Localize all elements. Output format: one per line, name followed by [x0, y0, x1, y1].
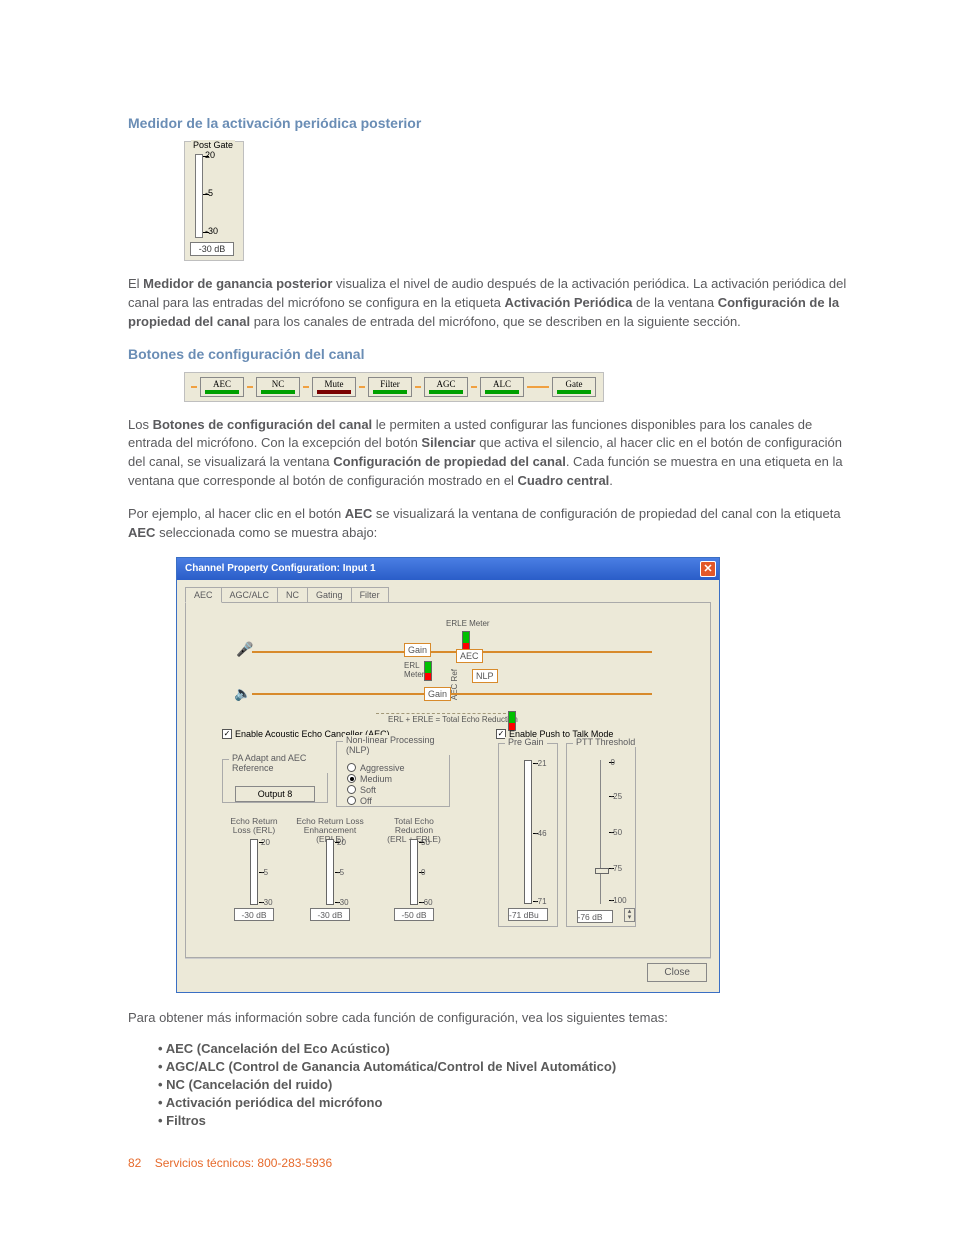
pregain-group-title: Pre Gain	[505, 737, 547, 747]
aec-button[interactable]: AEC	[200, 377, 244, 397]
page-footer: 82 Servicios técnicos: 800-283-5936	[128, 1156, 854, 1170]
gate-button[interactable]: Gate	[552, 377, 596, 397]
list-item: Filtros	[158, 1113, 854, 1128]
channel-property-dialog: Channel Property Configuration: Input 1 …	[176, 557, 720, 993]
topics-list: AEC (Cancelación del Eco Acústico) AGC/A…	[158, 1041, 854, 1128]
erl-meter: Echo Return Loss (ERL) 20 -5 -30 -30 dB	[218, 817, 290, 921]
signal-diagram: 🎤 ERLE Meter Gain AEC ERL Meter AEC Ref …	[216, 613, 680, 723]
dialog-close-button[interactable]: Close	[647, 963, 707, 982]
tab-aec[interactable]: AEC	[185, 587, 222, 603]
total-echo-mini-meter-icon	[508, 711, 516, 731]
filter-button[interactable]: Filter	[368, 377, 412, 397]
nlp-group-title: Non-linear Processing (NLP)	[343, 735, 455, 755]
tab-nc[interactable]: NC	[277, 587, 308, 603]
page-number: 82	[128, 1156, 141, 1170]
radio-icon	[347, 796, 356, 805]
list-item: NC (Cancelación del ruido)	[158, 1077, 854, 1092]
post-gate-bar	[195, 154, 203, 238]
heading-postgate: Medidor de la activación periódica poste…	[128, 115, 854, 131]
pa-adapt-group-title: PA Adapt and AEC Reference	[229, 753, 333, 773]
radio-icon	[347, 763, 356, 772]
ptt-threshold-slider[interactable]: 0 -25 -50 -75 -100	[600, 760, 603, 904]
post-gate-tick-neg30: -30	[205, 226, 218, 236]
erl-meter-label: ERL Meter	[404, 661, 424, 679]
total-echo-label: ERL + ERLE = Total Echo Reduction	[388, 715, 518, 724]
paragraph-postgain: El Medidor de ganancia posterior visuali…	[128, 275, 854, 332]
paragraph-example: Por ejemplo, al hacer clic en el botón A…	[128, 505, 854, 543]
aec-box: AEC	[456, 649, 483, 663]
post-gate-meter: Post Gate 20 -5 -30 -30 dB	[184, 141, 244, 261]
tab-gating[interactable]: Gating	[307, 587, 352, 603]
tab-filter[interactable]: Filter	[351, 587, 389, 603]
erl-mini-meter-icon	[424, 661, 432, 681]
heading-chanbuttons: Botones de configuración del canal	[128, 346, 854, 362]
nc-button[interactable]: NC	[256, 377, 300, 397]
ptt-threshold-group-title: PTT Threshold	[573, 737, 638, 747]
total-echo-readout: -50 dB	[394, 908, 434, 921]
ptt-threshold-spinner[interactable]: ▴▾	[624, 908, 635, 922]
channel-button-strip: AEC NC Mute Filter AGC ALC Gate	[184, 372, 604, 402]
mute-button[interactable]: Mute	[312, 377, 356, 397]
erle-meter-label: ERLE Meter	[446, 619, 490, 628]
close-icon[interactable]: ✕	[700, 561, 716, 577]
flow-arrow-icon	[191, 386, 197, 388]
alc-button[interactable]: ALC	[480, 377, 524, 397]
nlp-aggressive-radio[interactable]: Aggressive	[347, 763, 449, 773]
radio-icon	[347, 774, 356, 783]
post-gate-tick-neg5: -5	[205, 188, 213, 198]
gain-box-2: Gain	[424, 687, 451, 701]
slider-thumb-icon[interactable]	[595, 868, 609, 874]
post-gate-tick-20: 20	[205, 150, 215, 160]
radio-icon	[347, 785, 356, 794]
list-item: AEC (Cancelación del Eco Acústico)	[158, 1041, 854, 1056]
erl-readout: -30 dB	[234, 908, 274, 921]
footer-service-text: Servicios técnicos: 800-283-5936	[155, 1156, 332, 1170]
post-gate-readout: -30 dB	[190, 242, 234, 256]
speaker-icon: 🔈	[234, 685, 251, 702]
pregain-readout: -71 dBu	[508, 908, 548, 921]
erle-meter: Echo Return Loss Enhancement (ERLE) 20 -…	[294, 817, 366, 921]
pregain-meter: -21 -46 -71	[524, 760, 532, 904]
paragraph-moreinfo: Para obtener más información sobre cada …	[128, 1009, 854, 1028]
nlp-off-radio[interactable]: Off	[347, 796, 449, 806]
erle-mini-meter-icon	[462, 631, 470, 651]
pa-adapt-reference-button[interactable]: Output 8	[235, 786, 315, 802]
checkbox-icon: ✓	[222, 729, 232, 739]
dialog-tabs: AEC AGC/ALC NC Gating Filter	[185, 586, 711, 602]
tab-agc-alc[interactable]: AGC/ALC	[221, 587, 279, 603]
list-item: Activación periódica del micrófono	[158, 1095, 854, 1110]
gain-box-1: Gain	[404, 643, 431, 657]
nlp-box: NLP	[472, 669, 498, 683]
list-item: AGC/ALC (Control de Ganancia Automática/…	[158, 1059, 854, 1074]
ptt-threshold-readout: -76 dB	[577, 910, 613, 923]
post-gate-title: Post Gate	[191, 140, 235, 150]
paragraph-chanbuttons: Los Botones de configuración del canal l…	[128, 416, 854, 491]
mic-icon: 🎤	[236, 641, 253, 658]
aec-ref-label: AEC Ref	[450, 669, 459, 700]
total-echo-meter: Total Echo Reduction (ERL + ERLE) 50 0 -…	[378, 817, 450, 921]
erle-readout: -30 dB	[310, 908, 350, 921]
dialog-title-bar[interactable]: Channel Property Configuration: Input 1 …	[177, 558, 719, 580]
nlp-medium-radio[interactable]: Medium	[347, 774, 449, 784]
nlp-soft-radio[interactable]: Soft	[347, 785, 449, 795]
dialog-title-text: Channel Property Configuration: Input 1	[185, 563, 376, 574]
agc-button[interactable]: AGC	[424, 377, 468, 397]
